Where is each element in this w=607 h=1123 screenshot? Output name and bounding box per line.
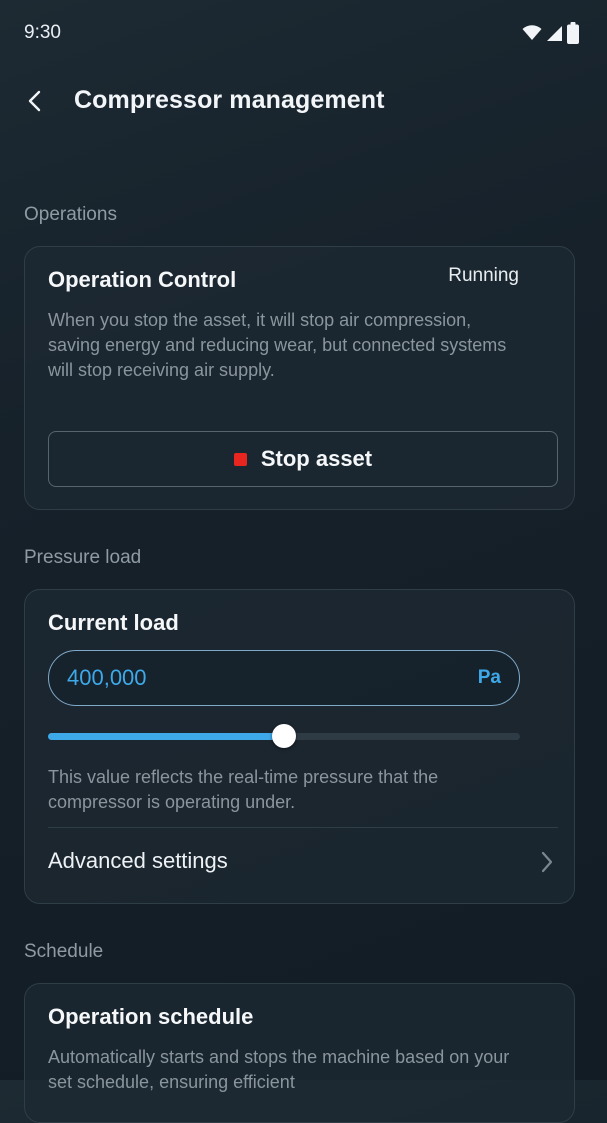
stop-asset-button[interactable]: Stop asset [48, 431, 558, 487]
pressure-load-card: Current load 400,000 Pa This value refle… [24, 589, 575, 904]
stop-asset-label: Stop asset [260, 446, 373, 471]
current-load-input[interactable]: 400,000 Pa [48, 650, 520, 706]
stop-square-icon [233, 452, 247, 466]
signal-icon [546, 25, 563, 47]
chevron-left-icon [27, 89, 43, 118]
operation-schedule-title: Operation schedule [48, 1004, 254, 1029]
battery-icon [567, 22, 579, 49]
operation-control-card: Operation Control Running When you stop … [24, 246, 575, 510]
operation-schedule-card: Operation schedule Automatically starts … [24, 983, 575, 1123]
current-load-value: 400,000 [67, 665, 147, 690]
current-load-unit: Pa [477, 667, 501, 688]
slider-fill [48, 733, 284, 740]
section-label-pressure: Pressure load [24, 547, 142, 568]
current-load-description: This value reflects the real-time pressu… [48, 767, 439, 812]
operation-control-description: When you stop the asset, it will stop ai… [48, 310, 507, 380]
section-label-schedule: Schedule [24, 941, 104, 962]
section-label-operations: Operations [24, 204, 117, 225]
status-bar: 9:30 [0, 0, 607, 66]
status-time: 9:30 [24, 22, 61, 43]
chevron-right-icon [540, 850, 554, 879]
operation-status-badge: Running [448, 265, 519, 286]
back-button[interactable] [18, 86, 52, 120]
current-load-title: Current load [48, 610, 179, 635]
page-title: Compressor management [74, 86, 385, 114]
pressure-slider[interactable] [48, 724, 520, 748]
slider-thumb[interactable] [272, 724, 296, 748]
operation-schedule-description: Automatically starts and stops the machi… [48, 1047, 510, 1092]
advanced-settings-label: Advanced settings [48, 848, 228, 873]
operation-control-title: Operation Control [48, 267, 237, 292]
wifi-icon [522, 25, 542, 46]
status-icons [522, 22, 579, 49]
advanced-settings-row[interactable]: Advanced settings [25, 828, 574, 904]
app-header: Compressor management [0, 66, 607, 138]
